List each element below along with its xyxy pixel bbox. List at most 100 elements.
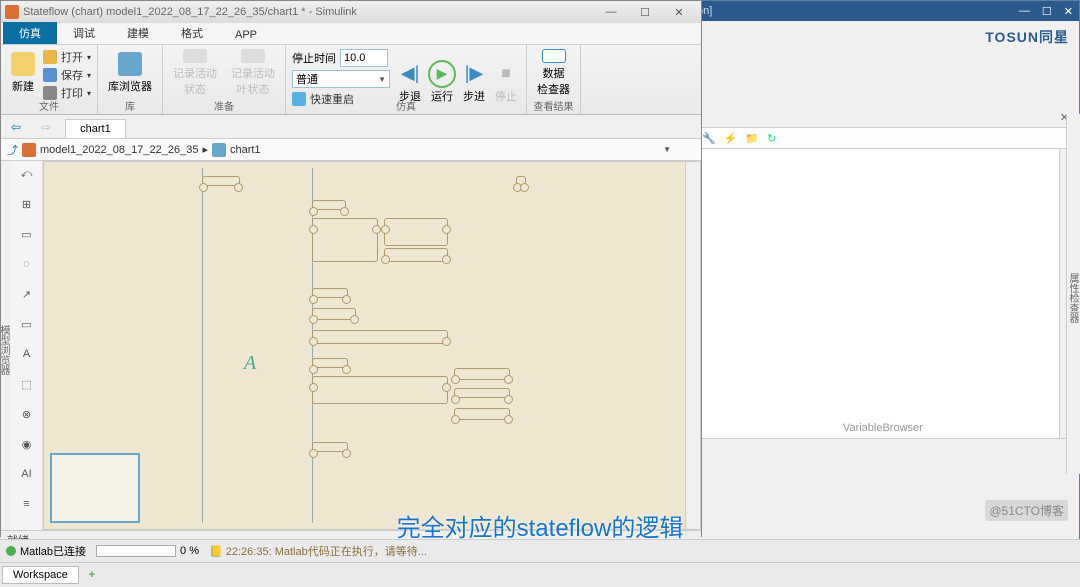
secondary-min-button[interactable]: — bbox=[1019, 5, 1030, 17]
palette-tool-9[interactable]: ◉ bbox=[17, 435, 37, 453]
progress-bar bbox=[96, 545, 176, 557]
stateflow-canvas[interactable]: A bbox=[44, 162, 700, 529]
breadcrumb-up-icon[interactable]: ⤴ bbox=[7, 142, 18, 158]
app-icon bbox=[5, 5, 19, 19]
state-block[interactable] bbox=[454, 388, 510, 398]
maximize-button[interactable]: ☐ bbox=[633, 6, 657, 19]
state-block[interactable] bbox=[312, 442, 348, 452]
editor-area: 模型浏览器 ⤺ ⊞ ▭ ◌ ↗ ▭ A ⬚ ⊗ ◉ AI ≡ A bbox=[1, 161, 701, 530]
state-block[interactable] bbox=[312, 330, 448, 344]
log-active-icon bbox=[183, 49, 207, 63]
tab-app[interactable]: APP bbox=[219, 26, 273, 44]
stop-button[interactable]: ■ bbox=[492, 60, 520, 88]
palette-tool-10[interactable]: AI bbox=[17, 465, 37, 483]
tool-bolt-icon[interactable]: ⚡ bbox=[724, 132, 738, 145]
secondary-canvas[interactable]: VariableBrowser bbox=[695, 149, 1075, 439]
state-block[interactable] bbox=[516, 176, 526, 186]
state-block[interactable] bbox=[312, 308, 356, 320]
tab-format[interactable]: 格式 bbox=[165, 22, 219, 44]
palette-tool-5[interactable]: ▭ bbox=[17, 315, 37, 333]
stop-time-input[interactable] bbox=[340, 49, 388, 67]
ribbon-group-review: 数据 检查器 查看结果 bbox=[527, 45, 581, 114]
log-active-label: 记录活动 状态 bbox=[173, 65, 217, 97]
tool-refresh-icon[interactable]: ↻ bbox=[767, 132, 776, 145]
save-button[interactable]: 保存▾ bbox=[43, 67, 91, 83]
simulink-window: Stateflow (chart) model1_2022_08_17_22_2… bbox=[0, 0, 702, 537]
state-block[interactable] bbox=[312, 376, 448, 404]
palette-tool-6[interactable]: A bbox=[17, 345, 37, 363]
minimize-button[interactable]: — bbox=[599, 6, 623, 19]
data-inspector-button[interactable]: 数据 检查器 bbox=[533, 47, 574, 99]
log-active-state-button: 记录活动 状态 bbox=[169, 47, 221, 99]
palette-tool-2[interactable]: ▭ bbox=[17, 225, 37, 243]
state-block[interactable] bbox=[454, 368, 510, 380]
tab-simulation[interactable]: 仿真 bbox=[3, 22, 57, 44]
workspace-tab[interactable]: Workspace bbox=[2, 566, 79, 584]
palette-tool-3[interactable]: ◌ bbox=[17, 255, 37, 273]
status-dot-icon bbox=[6, 546, 16, 556]
nav-forward-button[interactable]: ⇨ bbox=[41, 120, 51, 134]
new-icon bbox=[11, 52, 35, 76]
log-leaf-icon bbox=[241, 49, 265, 63]
state-block[interactable] bbox=[454, 408, 510, 420]
breadcrumb-chart[interactable]: chart1 bbox=[230, 144, 261, 156]
palette-tool-8[interactable]: ⊗ bbox=[17, 405, 37, 423]
new-button[interactable]: 新建 bbox=[7, 47, 39, 99]
palette-tool-4[interactable]: ↗ bbox=[17, 285, 37, 303]
state-block[interactable] bbox=[202, 176, 240, 186]
state-block[interactable] bbox=[312, 218, 378, 262]
watermark: @51CTO博客 bbox=[985, 500, 1068, 521]
new-label: 新建 bbox=[12, 78, 34, 94]
property-inspector-rail[interactable]: 属性检查器 bbox=[1066, 114, 1080, 474]
close-button[interactable]: ✕ bbox=[667, 6, 691, 19]
document-tab-bar: ⇦ ⇨ chart1 bbox=[1, 115, 701, 139]
log-message: 📒 22:26:35: Matlab代码正在执行，请等待... bbox=[209, 543, 427, 559]
step-back-button[interactable]: ◀| bbox=[396, 60, 424, 88]
state-block[interactable] bbox=[312, 288, 348, 298]
library-icon bbox=[118, 52, 142, 76]
tool-wrench-icon[interactable]: 🔧 bbox=[702, 132, 716, 145]
step-forward-button[interactable]: |▶ bbox=[460, 60, 488, 88]
open-button[interactable]: 打开▾ bbox=[43, 49, 91, 65]
model-browser-rail[interactable]: 模型浏览器 bbox=[1, 161, 11, 530]
sim-group-label: 仿真 bbox=[286, 98, 526, 113]
add-tab-button[interactable]: + bbox=[81, 565, 103, 585]
palette-tool-1[interactable]: ⊞ bbox=[17, 195, 37, 213]
variable-browser-label: VariableBrowser bbox=[843, 422, 923, 434]
state-block[interactable] bbox=[384, 218, 448, 246]
secondary-close-button[interactable]: ✕ bbox=[1064, 5, 1073, 18]
nav-back-button[interactable]: ⇦ bbox=[11, 120, 21, 134]
library-label: 库浏览器 bbox=[108, 78, 152, 94]
tab-modeling[interactable]: 建模 bbox=[111, 22, 165, 44]
tool-open-icon[interactable]: 📁 bbox=[745, 132, 759, 145]
state-block[interactable] bbox=[384, 248, 448, 262]
canvas-viewport[interactable]: A bbox=[43, 161, 701, 530]
palette-tool-0[interactable]: ⤺ bbox=[17, 165, 37, 183]
window-title: Stateflow (chart) model1_2022_08_17_22_2… bbox=[23, 6, 357, 18]
secondary-max-button[interactable]: ☐ bbox=[1042, 5, 1052, 18]
palette-tool-7[interactable]: ⬚ bbox=[17, 375, 37, 393]
breadcrumb-model[interactable]: model1_2022_08_17_22_26_35 bbox=[40, 144, 198, 156]
secondary-toolbar: 🔧 ⚡ 📁 ↻ bbox=[695, 127, 1075, 149]
ribbon-group-library: 库浏览器 库 bbox=[98, 45, 163, 114]
breadcrumb: ⤴ model1_2022_08_17_22_26_35 ▸ chart1 ▼ bbox=[1, 139, 701, 161]
palette: ⤺ ⊞ ▭ ◌ ↗ ▭ A ⬚ ⊗ ◉ AI ≡ bbox=[11, 161, 43, 530]
save-icon bbox=[43, 68, 57, 82]
library-browser-button[interactable]: 库浏览器 bbox=[104, 47, 156, 99]
run-button[interactable]: ▶ bbox=[428, 60, 456, 88]
palette-tool-11[interactable]: ≡ bbox=[17, 495, 37, 513]
titlebar: Stateflow (chart) model1_2022_08_17_22_2… bbox=[1, 1, 701, 23]
state-block[interactable] bbox=[312, 358, 348, 368]
data-inspector-label: 数据 检查器 bbox=[537, 65, 570, 97]
tab-debug[interactable]: 调试 bbox=[57, 22, 111, 44]
sim-mode-dropdown[interactable]: 普通▼ bbox=[292, 70, 390, 88]
log-leaf-label: 记录活动 叶状态 bbox=[231, 65, 275, 97]
breadcrumb-dropdown-icon[interactable]: ▼ bbox=[663, 145, 671, 154]
tosun-logo: TOSUN同星 bbox=[985, 27, 1069, 47]
state-block[interactable] bbox=[312, 200, 346, 210]
ribbon-tab-strip: 仿真 调试 建模 格式 APP bbox=[1, 23, 701, 45]
data-inspector-icon bbox=[542, 49, 566, 63]
prepare-group-label: 准备 bbox=[163, 98, 285, 113]
overview-thumbnail[interactable] bbox=[50, 453, 140, 523]
document-tab-chart1[interactable]: chart1 bbox=[65, 119, 126, 138]
